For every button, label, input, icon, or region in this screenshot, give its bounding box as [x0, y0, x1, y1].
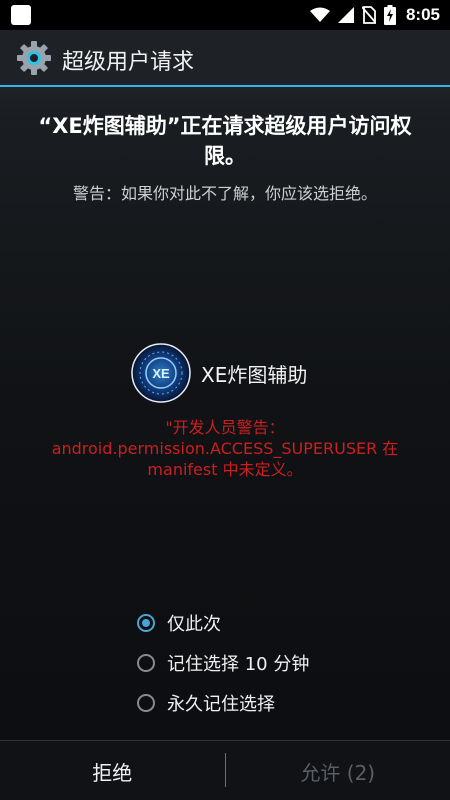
- option-once[interactable]: 仅此次: [137, 603, 309, 643]
- gear-icon: [17, 41, 51, 75]
- wifi-icon: [309, 7, 330, 22]
- superuser-request-screen: 8:05 超级用户请求 “XE炸图辅助”正在请求超级用户访问权 限。 警告：如果…: [0, 0, 450, 800]
- option-label: 记住选择 10 分钟: [167, 654, 310, 675]
- warning-text: 警告：如果你对此不了解，你应该选拒绝。: [72, 184, 377, 203]
- title-bar: 超级用户请求: [0, 30, 450, 87]
- app-name: XE炸图辅助: [201, 362, 308, 387]
- deny-button[interactable]: 拒绝: [0, 741, 225, 800]
- battery-charging-icon: [383, 5, 396, 25]
- signal-icon: [337, 7, 354, 23]
- developer-warning-line-2: android.permission.ACCESS_SUPERUSER 在: [51, 439, 399, 458]
- app-icon: XE: [131, 343, 191, 403]
- option-label: 仅此次: [167, 614, 221, 635]
- status-icons: 8:05: [309, 0, 440, 30]
- remember-options: 仅此次 记住选择 10 分钟 永久记住选择: [137, 603, 309, 723]
- headline-line-1: “XE炸图辅助”正在请求超级用户访问权: [38, 114, 412, 138]
- option-label: 永久记住选择: [167, 694, 275, 715]
- no-sim-icon: [361, 6, 376, 24]
- option-forever[interactable]: 永久记住选择: [137, 683, 309, 723]
- allow-button[interactable]: 允许 (2): [226, 741, 450, 800]
- radio-button[interactable]: [137, 694, 155, 712]
- app-info: XE XE炸图辅助: [131, 343, 307, 403]
- request-headline: “XE炸图辅助”正在请求超级用户访问权 限。: [25, 111, 425, 171]
- developer-warning-line-3: manifest 中未定义。: [147, 460, 303, 479]
- radio-button[interactable]: [137, 654, 155, 672]
- button-bar: 拒绝 允许 (2): [0, 740, 450, 800]
- radio-button-checked[interactable]: [137, 614, 155, 632]
- headline-line-2: 限。: [204, 144, 246, 168]
- developer-warning-line-1: "开发人员警告：: [165, 418, 285, 437]
- app-icon-text: XE: [152, 366, 170, 381]
- notification-icon: [11, 5, 31, 25]
- status-time: 8:05: [405, 5, 440, 24]
- developer-warning: "开发人员警告： android.permission.ACCESS_SUPER…: [20, 417, 430, 480]
- option-10-minutes[interactable]: 记住选择 10 分钟: [137, 643, 309, 683]
- status-bar: 8:05: [0, 0, 450, 30]
- page-title: 超级用户请求: [62, 50, 195, 75]
